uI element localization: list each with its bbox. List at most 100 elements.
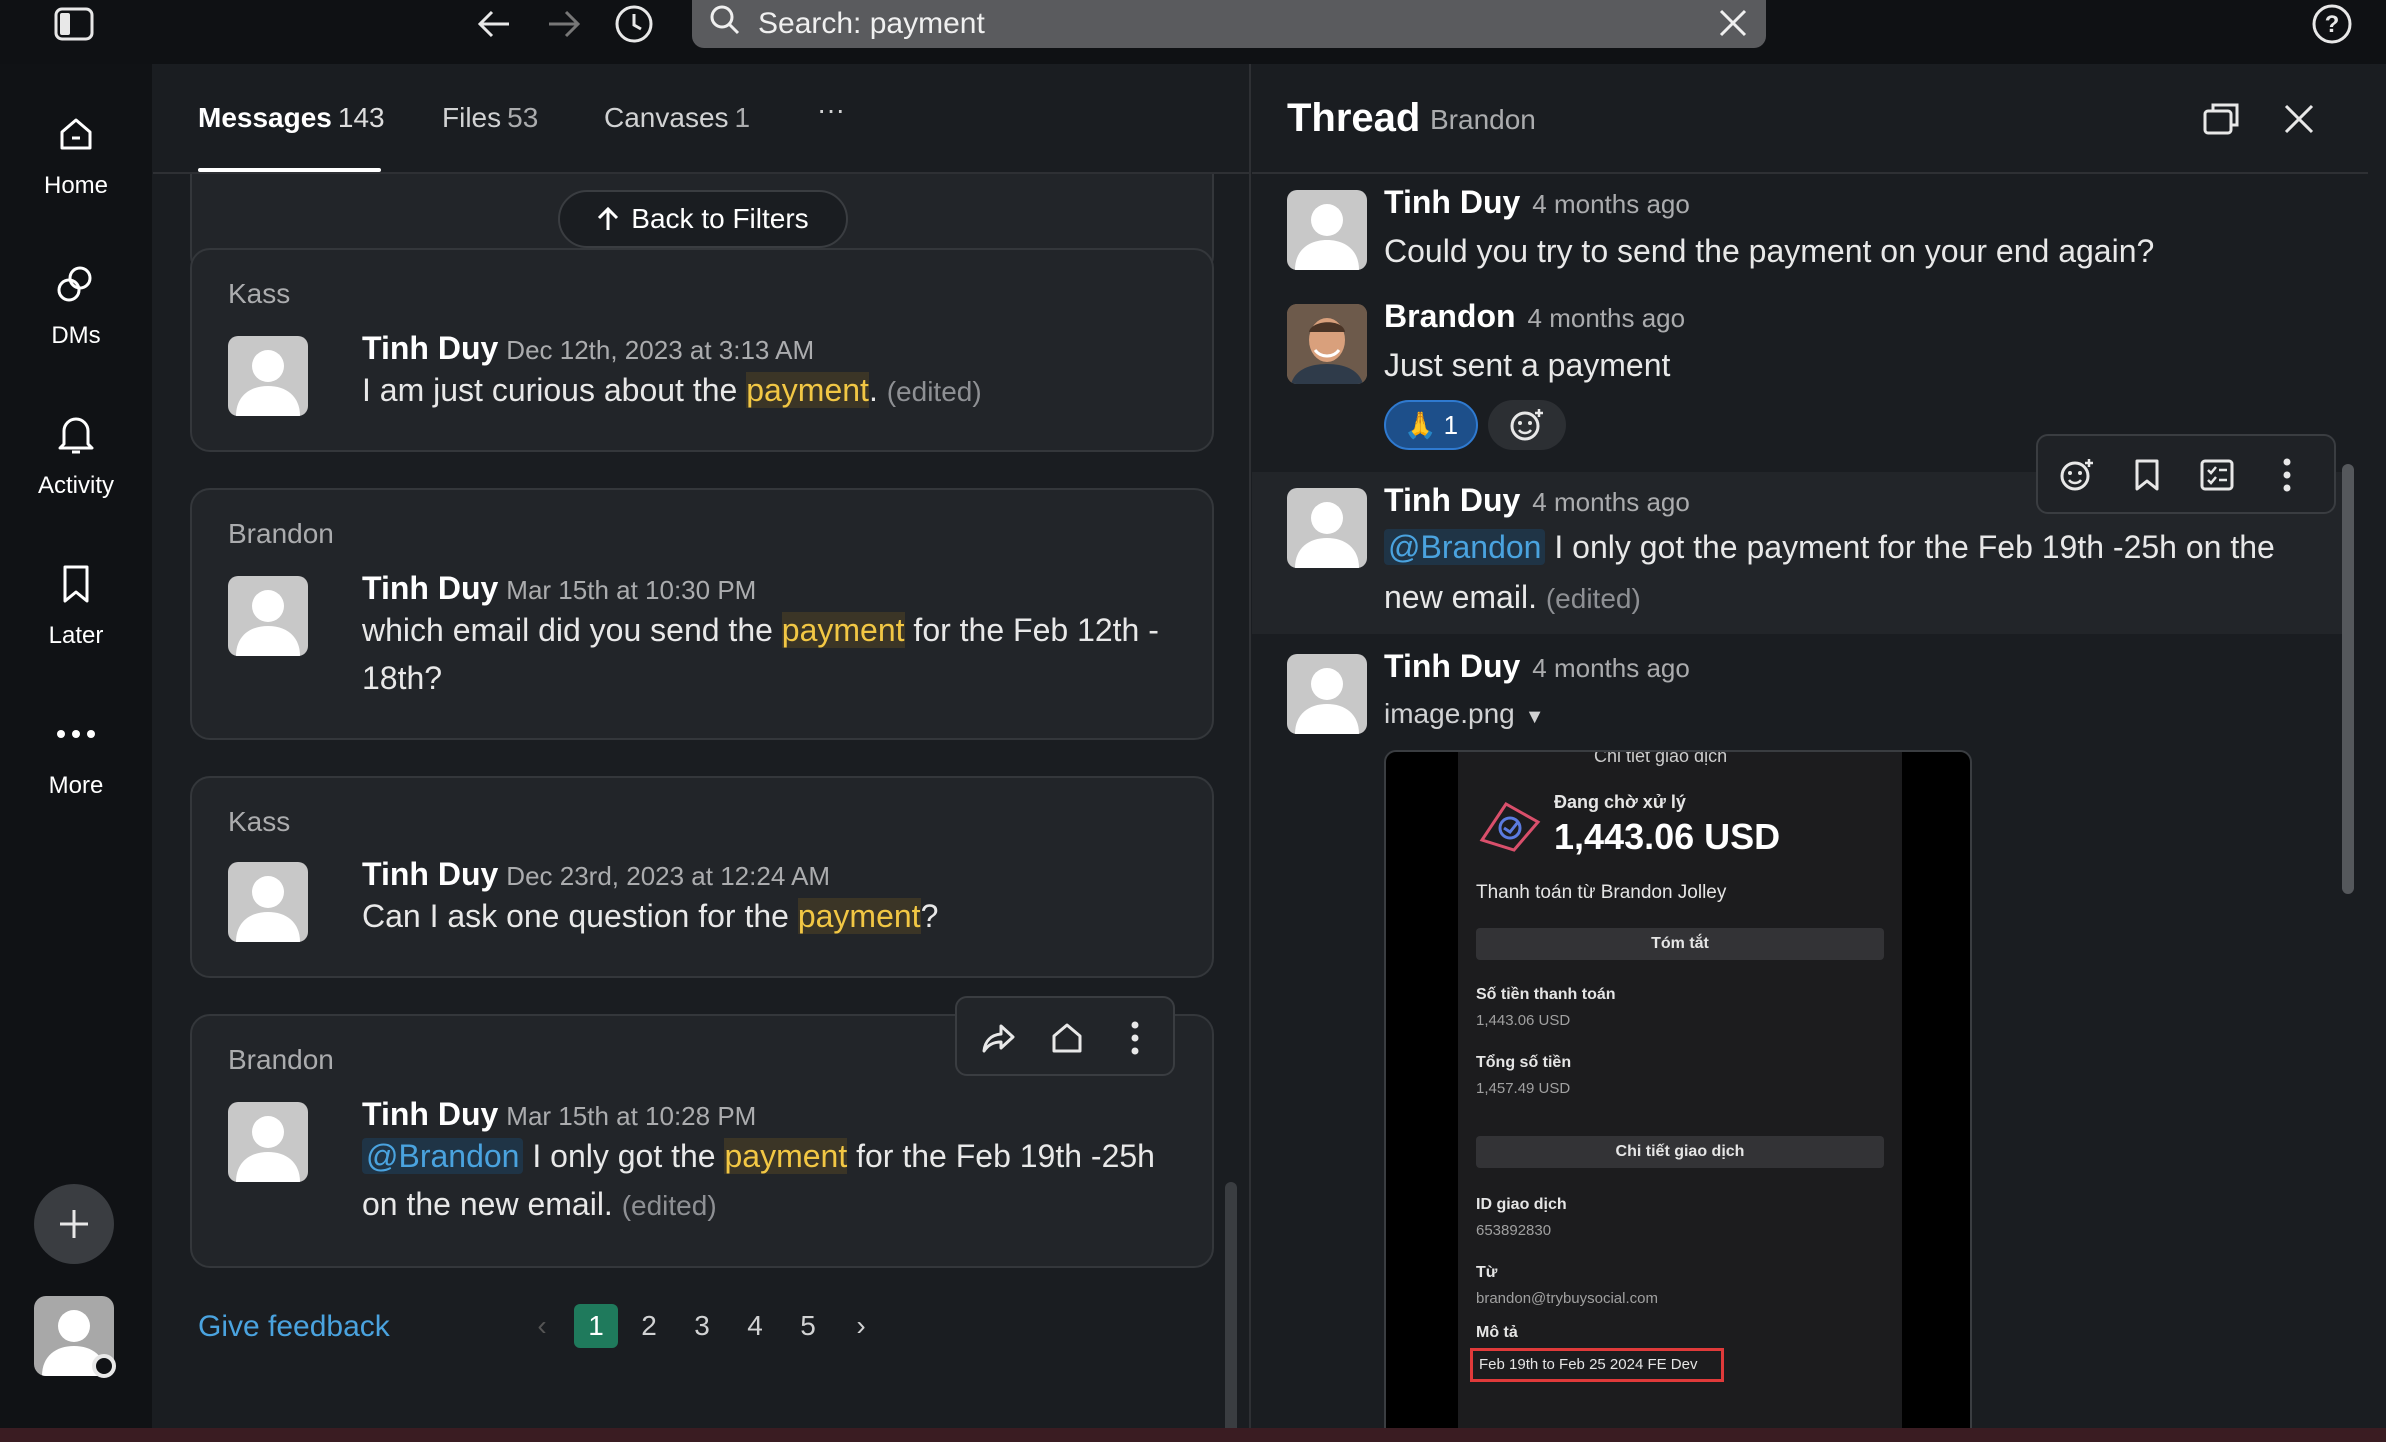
open-in-channel-icon[interactable] [1045,1016,1089,1060]
add-reaction-button[interactable] [1488,400,1566,450]
pagination-page-2[interactable]: 2 [627,1304,671,1348]
receipt-summary-button: Tóm tắt [1476,928,1884,960]
pagination-page-5[interactable]: 5 [786,1304,830,1348]
channel-name: Kass [228,806,291,837]
pagination-page-4[interactable]: 4 [733,1304,777,1348]
timestamp[interactable]: Dec 12th, 2023 at 3:13 AM [506,335,814,365]
attachment-image[interactable]: Chi tiết giao dịch Đang chờ xử lý 1,443.… [1384,750,1972,1442]
tab-files[interactable]: Files 53 [442,102,538,134]
timestamp[interactable]: Mar 15th at 10:28 PM [506,1101,756,1131]
author-name[interactable]: Tinh Duy [362,330,498,366]
text-segment: ? [920,898,939,934]
brandon-avatar [1287,304,1367,384]
result-card[interactable]: Brandon Tinh Duy Mar 15th at 10:30 PM whi… [190,488,1214,740]
presence-indicator [92,1354,116,1378]
back-arrow-icon[interactable] [472,2,516,46]
search-icon [710,5,740,43]
receipt-total-value: 1,457.49 USD [1476,1080,1571,1097]
message-header: Brandon 4 months ago [1384,298,1685,335]
reaction-pill[interactable]: 🙏 1 [1384,400,1478,450]
tabs-more-button[interactable]: ··· [817,94,845,126]
text-segment: . [868,372,878,408]
message-header: Tinh Duy 4 months ago [1384,482,1690,519]
give-feedback-link[interactable]: Give feedback [198,1310,390,1344]
caret-down-icon[interactable]: ▼ [1525,706,1545,728]
result-card[interactable]: Kass Tinh Duy Dec 12th, 2023 at 3:13 AM I… [190,248,1214,452]
tab-canvases-label: Canvases [604,102,729,133]
text-segment: I am just curious about the [362,372,747,408]
more-actions-icon[interactable] [1113,1016,1157,1060]
timestamp[interactable]: Dec 23rd, 2023 at 12:24 AM [506,861,830,891]
history-icon[interactable] [612,2,656,46]
clear-search-icon[interactable] [1716,6,1750,48]
avatar [1287,488,1367,568]
pagination-page-3[interactable]: 3 [680,1304,724,1348]
more-actions-icon[interactable] [2264,452,2310,498]
tab-messages[interactable]: Messages 143 [198,102,385,134]
rail-activity[interactable]: Activity [0,404,152,500]
back-to-filters-button[interactable]: Back to Filters [558,190,848,248]
open-in-window-icon[interactable] [2196,94,2246,144]
forward-arrow-icon[interactable] [542,2,586,46]
add-emoji-icon [1510,409,1543,441]
receipt-header: Chi tiết giao dịch [1594,750,1728,766]
thread-scrollbar[interactable] [2342,464,2354,894]
timestamp[interactable]: 4 months ago [1532,653,1690,683]
rail-later[interactable]: Later [0,554,152,650]
back-to-filters-label: Back to Filters [631,203,809,234]
close-icon[interactable] [2274,94,2324,144]
filename-text: image.png [1384,698,1515,729]
author-name[interactable]: Tinh Duy [1384,482,1520,518]
sidebar-toggle-icon[interactable] [52,2,96,46]
thread-title: Thread [1287,96,1421,140]
add-reaction-icon[interactable] [2054,452,2100,498]
pagination-next[interactable]: › [839,1304,883,1348]
bookmark-icon[interactable] [2124,452,2170,498]
author-name[interactable]: Tinh Duy [362,856,498,892]
receipt-details-button: Chi tiết giao dịch [1476,1136,1884,1168]
author-name[interactable]: Tinh Duy [362,570,498,606]
pagination-page-1[interactable]: 1 [574,1304,618,1348]
receipt-id-label: ID giao dịch [1476,1196,1567,1213]
timestamp[interactable]: Mar 15th at 10:30 PM [506,575,756,605]
tab-canvases[interactable]: Canvases 1 [604,102,750,134]
add-workspace-button[interactable] [34,1184,114,1264]
pagination-prev[interactable]: ‹ [520,1304,564,1348]
results-scrollbar[interactable] [1225,1182,1237,1442]
timestamp[interactable]: 4 months ago [1528,303,1686,333]
receipt-status: Đang chờ xử lý [1554,792,1686,812]
share-icon[interactable] [977,1016,1021,1060]
user-mention[interactable]: @Brandon [362,1138,524,1174]
thread-panel: Thread Brandon Tinh Duy 4 months ago Coul… [1252,64,2368,1442]
help-icon[interactable]: ? [2310,2,2354,46]
author-name[interactable]: Tinh Duy [1384,184,1520,220]
rail-more[interactable]: More [0,704,152,800]
avatar [228,1102,308,1182]
attachment-filename[interactable]: image.png ▼ [1384,698,1545,730]
pending-payment-icon [1479,802,1541,852]
tab-messages-label: Messages [198,102,332,133]
author-name[interactable]: Tinh Duy [362,1096,498,1132]
desktop-background-strip [0,1428,2386,1442]
receipt-amount-value: 1,443.06 USD [1476,1012,1571,1029]
author-name[interactable]: Brandon [1384,298,1516,334]
timestamp[interactable]: 4 months ago [1532,487,1690,517]
thread-channel-name[interactable]: Brandon [1430,104,1536,136]
result-card[interactable]: Kass Tinh Duy Dec 23rd, 2023 at 12:24 AM … [190,776,1214,978]
user-mention[interactable]: @Brandon [1384,529,1546,565]
author-name[interactable]: Tinh Duy [1384,648,1520,684]
home-icon [0,104,152,164]
text-segment: I only got the [523,1138,725,1174]
search-query[interactable]: Search: payment [758,7,985,41]
search-bar[interactable]: Search: payment [692,0,1766,48]
avatar [1287,654,1367,734]
receipt-desc-label: Mô tả [1476,1324,1518,1341]
channel-name: Kass [228,278,291,309]
receipt-desc-value: Feb 19th to Feb 25 2024 FE Dev [1470,1348,1724,1382]
svg-text:?: ? [2325,11,2340,38]
timestamp[interactable]: 4 months ago [1532,189,1690,219]
tab-files-count: 53 [507,102,539,133]
rail-home[interactable]: Home [0,104,152,200]
rail-dms[interactable]: DMs [0,254,152,350]
reminder-list-icon[interactable] [2194,452,2240,498]
